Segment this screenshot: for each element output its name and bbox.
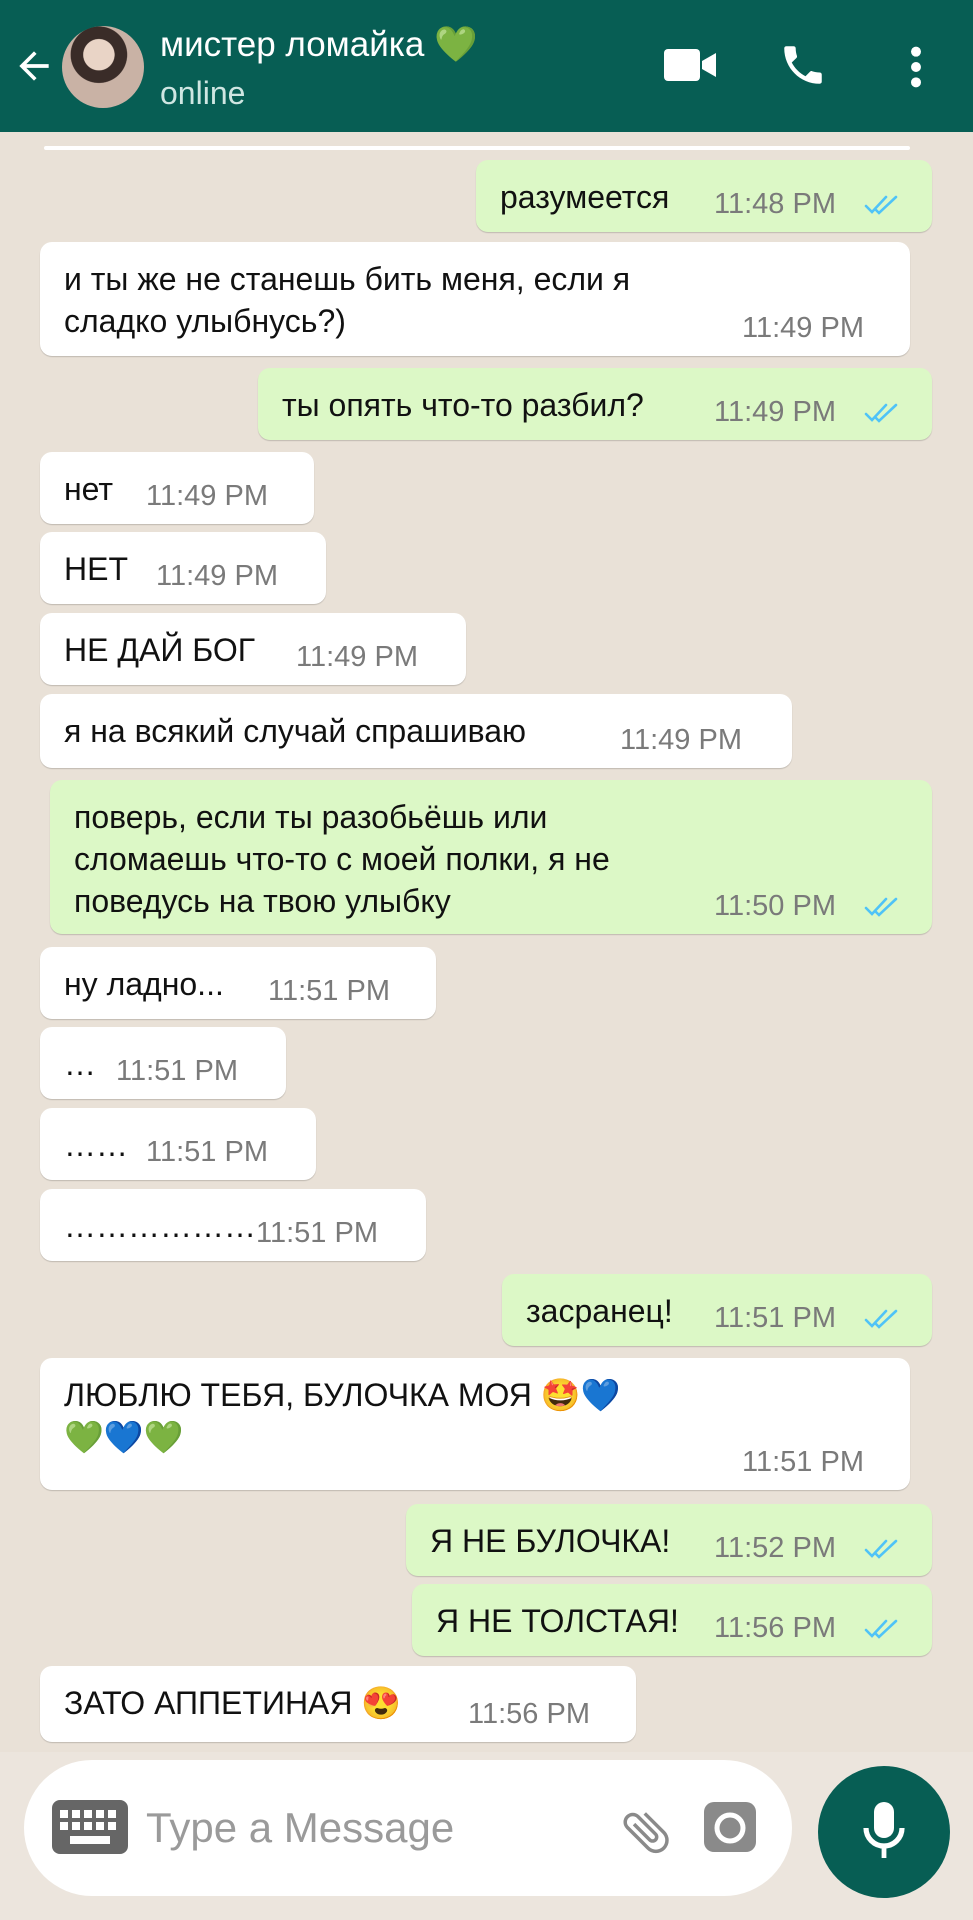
message-text: …… [64,1127,128,1163]
incoming-message-bubble[interactable]: ЗАТО АППЕТИНАЯ 😍 11:56 PM [40,1666,636,1742]
outgoing-message-bubble[interactable]: ты опять что-то разбил? 11:49 PM [258,368,932,440]
message-text: ну ладно... [64,966,224,1002]
message-text: и ты же не станешь бить меня, если я сла… [64,261,631,339]
message-time: 11:51 PM [146,1136,268,1168]
message-input[interactable]: Type a Message [146,1804,454,1852]
outgoing-message-bubble[interactable]: Я НЕ БУЛОЧКА! 11:52 PM [406,1504,932,1576]
message-time: 11:50 PM [714,890,836,922]
outgoing-message-bubble[interactable]: разумеется 11:48 PM [476,160,932,232]
arrow-left-icon[interactable] [12,44,56,88]
outgoing-message-bubble[interactable]: поверь, если ты разобьёшь или сломаешь ч… [50,780,932,934]
avatar[interactable] [62,26,144,108]
incoming-message-bubble[interactable]: ЛЮБЛЮ ТЕБЯ, БУЛОЧКА МОЯ 🤩💙 💚💙💚 11:51 PM [40,1358,910,1490]
message-text: Я НЕ БУЛОЧКА! [430,1523,671,1559]
message-text: ты опять что-то разбил? [282,387,644,423]
incoming-message-bubble[interactable]: НЕ ДАЙ БОГ 11:49 PM [40,613,466,685]
message-text: засранец! [526,1293,673,1329]
date-divider [44,146,910,150]
message-time: 11:49 PM [714,396,836,428]
contact-name[interactable]: мистер ломайка 💚 [160,24,478,65]
message-time: 11:49 PM [620,724,742,756]
message-time: 11:51 PM [714,1302,836,1334]
incoming-message-bubble[interactable]: …… 11:51 PM [40,1108,316,1180]
message-time: 11:52 PM [714,1532,836,1564]
message-time: 11:49 PM [146,480,268,512]
incoming-message-bubble[interactable]: НЕТ 11:49 PM [40,532,326,604]
keyboard-icon[interactable] [52,1800,128,1854]
message-time: 11:51 PM [256,1217,378,1249]
mic-icon [863,1802,905,1858]
read-receipt-icon [864,403,898,423]
message-text: ЗАТО АППЕТИНАЯ 😍 [64,1685,402,1721]
message-text: НЕ ДАЙ БОГ [64,632,256,668]
message-time: 11:51 PM [742,1446,864,1478]
read-receipt-icon [864,1539,898,1559]
read-receipt-icon [864,195,898,215]
incoming-message-bubble[interactable]: … 11:51 PM [40,1027,286,1099]
message-time: 11:49 PM [296,641,418,673]
message-time: 11:51 PM [116,1055,238,1087]
message-time: 11:49 PM [156,560,278,592]
incoming-message-bubble[interactable]: нет 11:49 PM [40,452,314,524]
message-text: НЕТ [64,551,128,587]
message-time: 11:49 PM [742,312,864,344]
more-vert-icon[interactable] [900,44,932,90]
outgoing-message-bubble[interactable]: засранец! 11:51 PM [502,1274,932,1346]
outgoing-message-bubble[interactable]: Я НЕ ТОЛСТАЯ! 11:56 PM [412,1584,932,1656]
read-receipt-icon [864,1619,898,1639]
message-text: Я НЕ ТОЛСТАЯ! [436,1603,679,1639]
video-call-icon[interactable] [664,46,716,84]
incoming-message-bubble[interactable]: ну ладно... 11:51 PM [40,947,436,1019]
incoming-message-bubble[interactable]: и ты же не станешь бить меня, если я сла… [40,242,910,356]
message-text: нет [64,471,114,507]
message-text: разумеется [500,179,670,215]
message-time: 11:56 PM [714,1612,836,1644]
camera-icon[interactable] [704,1802,756,1852]
contact-status: online [160,75,246,111]
message-text: ЛЮБЛЮ ТЕБЯ, БУЛОЧКА МОЯ 🤩💙 💚💙💚 [64,1377,621,1455]
message-time: 11:48 PM [714,188,836,220]
read-receipt-icon [864,1309,898,1329]
message-time: 11:56 PM [468,1698,590,1730]
phone-icon[interactable] [778,40,828,90]
incoming-message-bubble[interactable]: я на всякий случай спрашиваю 11:49 PM [40,694,792,768]
message-text: поверь, если ты разобьёшь или сломаешь ч… [74,799,610,919]
read-receipt-icon [864,897,898,917]
message-time: 11:51 PM [268,975,390,1007]
attach-icon[interactable] [618,1804,674,1860]
incoming-message-bubble[interactable]: ……………… 11:51 PM [40,1189,426,1261]
composer-bar: Type a Message [24,1760,792,1896]
mic-button[interactable] [818,1766,950,1898]
chat-header: мистер ломайка 💚 online [0,0,973,132]
message-text: … [64,1046,96,1082]
message-text: я на всякий случай спрашиваю [64,713,526,749]
message-text: ……………… [64,1208,256,1244]
